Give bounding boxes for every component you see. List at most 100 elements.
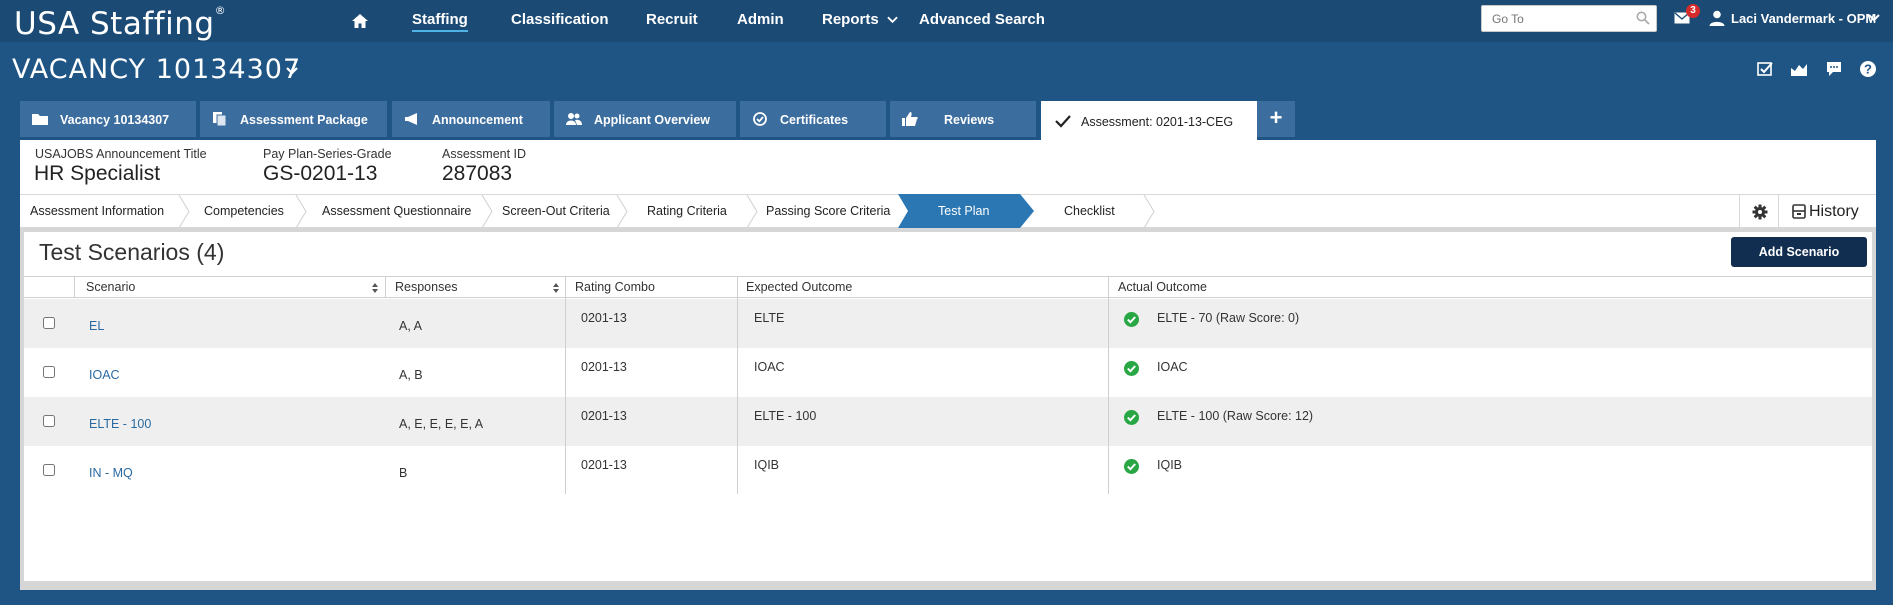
table-row: IOAC A, B 0201-13 IOAC IOAC [24,348,1872,397]
mail-count-badge: 3 [1686,4,1700,18]
user-name[interactable]: Laci Vandermark - OPM [1731,11,1876,26]
nav-admin[interactable]: Admin [737,11,784,28]
success-check-icon [1124,361,1139,376]
tab-reviews[interactable]: Reviews [890,101,1036,137]
folder-icon [32,114,48,125]
assessment-id-value: 287083 [442,162,513,185]
tab-vacancy[interactable]: Vacancy 10134307 [20,101,196,137]
actual-outcome-cell: ELTE - 100 (Raw Score: 12) [1157,409,1314,423]
nav-classification[interactable]: Classification [511,11,609,28]
chevron-down-icon[interactable] [1868,14,1880,22]
tab-label: Assessment: 0201-13-CEG [1081,115,1234,129]
table-row: IN - MQ B 0201-13 IQIB IQIB [24,446,1872,495]
header-scenario[interactable]: Scenario [86,277,135,298]
table-row: ELTE - 100 A, E, E, E, E, A 0201-13 ELTE… [24,397,1872,446]
column-divider [565,298,566,494]
scenario-link[interactable]: ELTE - 100 [89,417,151,431]
announcement-title-label: USAJOBS Announcement Title [35,147,207,161]
assessment-id-label: Assessment ID [442,147,527,161]
table-header: Scenario Responses Rating Combo Expected… [24,276,1872,298]
expected-outcome-cell: IOAC [754,360,785,374]
header-rating-combo: Rating Combo [575,280,655,294]
step-assessment-questionnaire[interactable]: Assessment Questionnaire [322,195,471,227]
step-separator [481,195,493,228]
thumbs-up-icon [902,112,918,126]
nav-advanced-search[interactable]: Advanced Search [919,11,1045,28]
step-separator [616,195,628,228]
header-expected-outcome: Expected Outcome [746,280,853,294]
help-icon[interactable]: ? [1859,60,1877,78]
table-row: EL A, A 0201-13 ELTE ELTE - 70 (Raw Scor… [24,299,1872,348]
row-checkbox[interactable] [43,317,55,329]
add-tab-button[interactable]: + [1257,101,1295,137]
certificate-icon [753,112,767,126]
nav-staffing[interactable]: Staffing [412,11,468,32]
step-test-plan[interactable]: Test Plan [938,195,989,227]
step-separator [295,195,307,228]
step-assessment-information[interactable]: Assessment Information [30,195,164,227]
tab-certificates[interactable]: Certificates [740,101,886,137]
user-icon[interactable] [1709,10,1725,26]
archive-icon [1792,204,1806,219]
rating-combo-cell: 0201-13 [581,458,627,472]
documents-icon [213,112,227,126]
expected-outcome-cell: IQIB [754,458,780,472]
assessment-panel: USAJOBS Announcement Title HR Specialist… [20,140,1876,590]
responses-cell: A, B [399,368,423,382]
comment-icon[interactable] [1825,60,1843,78]
nav-reports[interactable]: Reports [822,11,898,28]
chevron-down-icon [887,16,898,24]
scenario-link[interactable]: EL [89,319,104,333]
tab-label: Vacancy 10134307 [60,113,170,127]
expected-outcome-cell: ELTE - 100 [754,409,817,423]
announcement-title-value: HR Specialist [34,162,161,185]
row-checkbox[interactable] [43,415,55,427]
header-actual-outcome: Actual Outcome [1118,280,1207,294]
top-navigation-bar: USA Staffing® Staffing Classification Re… [0,0,1893,42]
svg-text:?: ? [1864,62,1872,77]
goto-input[interactable] [1481,5,1657,32]
history-label: History [1809,203,1859,220]
header-responses[interactable]: Responses [395,277,458,298]
tab-label: Applicant Overview [594,113,711,127]
assessment-steps: Assessment Information Competencies Asse… [20,194,1876,228]
step-separator [1143,195,1155,228]
tab-label: Announcement [432,113,523,127]
tab-assessment-package[interactable]: Assessment Package [200,101,387,137]
scenario-link[interactable]: IN - MQ [89,466,133,480]
sort-icon[interactable] [372,283,378,293]
step-rating-criteria[interactable]: Rating Criteria [647,195,727,227]
settings-button[interactable] [1739,195,1778,228]
sort-icon[interactable] [553,283,559,293]
search-icon[interactable] [1636,11,1650,25]
checkmark-icon [1055,115,1071,128]
history-button[interactable]: History [1778,195,1876,228]
test-scenarios-frame: Test Scenarios (4) Add Scenario Scenario… [20,228,1876,590]
column-divider [1108,298,1109,494]
nav-reports-label: Reports [822,11,879,28]
chevron-down-icon[interactable] [286,67,298,75]
tab-applicant-overview[interactable]: Applicant Overview [554,101,736,137]
step-passing-score-criteria[interactable]: Passing Score Criteria [766,195,890,227]
row-checkbox[interactable] [43,464,55,476]
section-title: Test Scenarios (4) [39,239,225,265]
success-check-icon [1124,459,1139,474]
tab-announcement[interactable]: Announcement [392,101,550,137]
tab-assessment-0201-13-ceg[interactable]: Assessment: 0201-13-CEG [1041,101,1257,141]
step-competencies[interactable]: Competencies [204,195,284,227]
add-scenario-button[interactable]: Add Scenario [1731,237,1867,267]
tab-label: Certificates [780,113,849,127]
nav-recruit[interactable]: Recruit [646,11,698,28]
checklist-icon[interactable] [1756,60,1774,78]
step-checklist[interactable]: Checklist [1064,195,1115,227]
usa-staffing-logo[interactable]: USA Staffing® [14,4,226,42]
dashboard-icon[interactable] [1790,60,1808,78]
row-checkbox[interactable] [43,366,55,378]
scenario-link[interactable]: IOAC [89,368,120,382]
home-icon[interactable] [351,12,369,30]
rating-combo-cell: 0201-13 [581,360,627,374]
step-screen-out-criteria[interactable]: Screen-Out Criteria [502,195,610,227]
responses-cell: A, A [399,319,422,333]
tab-label: Reviews [944,113,995,127]
actual-outcome-cell: IQIB [1157,458,1183,472]
